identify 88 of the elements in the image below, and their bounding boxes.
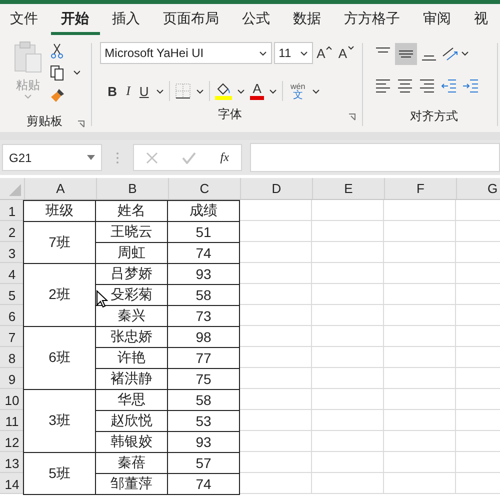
caret-icon[interactable] bbox=[156, 88, 164, 94]
row-header[interactable]: 12 bbox=[0, 431, 24, 452]
table-cell: 3班 bbox=[23, 389, 96, 453]
row-header[interactable]: 13 bbox=[0, 452, 24, 473]
font-size-box[interactable]: 11 bbox=[274, 42, 313, 64]
bold-button[interactable]: B bbox=[106, 84, 120, 98]
caret-down-icon bbox=[348, 46, 354, 50]
caret-icon[interactable] bbox=[236, 88, 245, 94]
column-header[interactable]: F bbox=[384, 178, 456, 199]
column-header[interactable]: C bbox=[168, 178, 240, 199]
mouse-cursor-icon bbox=[96, 290, 108, 308]
table-cell: 6班 bbox=[23, 326, 96, 390]
name-box[interactable]: G21 bbox=[2, 144, 102, 171]
dialog-launcher-icon[interactable] bbox=[348, 113, 356, 121]
underline-button[interactable]: U bbox=[137, 84, 151, 98]
caret-icon[interactable] bbox=[269, 88, 278, 94]
caret-up-icon bbox=[326, 46, 332, 50]
check-icon[interactable] bbox=[182, 152, 196, 164]
table-cell: 5班 bbox=[23, 452, 96, 495]
table-cell: 张忠娇 bbox=[95, 326, 168, 348]
grow-font-button[interactable]: A bbox=[314, 46, 334, 60]
table-cell: 2班 bbox=[23, 263, 96, 327]
row-header[interactable]: 11 bbox=[0, 410, 24, 431]
table-cell: 秦兴 bbox=[95, 305, 168, 327]
column-header[interactable]: A bbox=[24, 178, 96, 199]
table-cell: 秦蓓 bbox=[95, 452, 168, 474]
table-cell: 74 bbox=[167, 473, 240, 495]
font-name-box[interactable]: Microsoft YaHei UI bbox=[100, 42, 272, 64]
table-cell: 成绩 bbox=[167, 200, 240, 222]
table-cell: 98 bbox=[167, 326, 240, 348]
italic-button[interactable]: I bbox=[124, 83, 132, 99]
table-cell: 73 bbox=[167, 305, 240, 327]
row-header[interactable]: 6 bbox=[0, 305, 24, 326]
table-cell: 74 bbox=[167, 242, 240, 264]
row-header[interactable]: 14 bbox=[0, 473, 24, 494]
table-cell: 75 bbox=[167, 368, 240, 390]
column-header[interactable]: D bbox=[240, 178, 312, 199]
caret-icon[interactable] bbox=[312, 88, 320, 94]
shrink-font-button[interactable]: A bbox=[336, 46, 356, 60]
ribbon-tab[interactable]: 文件 bbox=[0, 4, 49, 35]
borders-icon[interactable] bbox=[174, 83, 191, 99]
table-cell: 93 bbox=[167, 263, 240, 285]
table-cell: 58 bbox=[167, 284, 240, 306]
fill-color-icon[interactable] bbox=[214, 82, 232, 100]
formula-input[interactable] bbox=[250, 143, 500, 172]
table-cell: 7班 bbox=[23, 221, 96, 264]
ribbon-tab[interactable]: 页面布局 bbox=[153, 4, 230, 35]
table-cell: 51 bbox=[167, 221, 240, 243]
group-label: 字体 bbox=[218, 106, 242, 122]
ribbon-tab[interactable]: 插入 bbox=[102, 4, 151, 35]
table-cell: 褚洪静 bbox=[95, 368, 168, 390]
phonetic-button[interactable]: wén 文 bbox=[288, 82, 308, 100]
group-label: 剪贴板 bbox=[26, 112, 62, 130]
ribbon-tab[interactable]: 视 bbox=[464, 4, 499, 35]
column-header[interactable]: G bbox=[456, 178, 500, 199]
insert-function-button[interactable]: fx bbox=[220, 150, 229, 165]
middle-align-icon[interactable] bbox=[394, 43, 417, 65]
row-header[interactable]: 5 bbox=[0, 284, 24, 305]
column-header[interactable]: E bbox=[312, 178, 384, 199]
row-header[interactable]: 3 bbox=[0, 242, 24, 263]
table-cell: 班级 bbox=[23, 200, 96, 222]
table-cell: 58 bbox=[167, 389, 240, 411]
table-cell: 77 bbox=[167, 347, 240, 369]
row-header[interactable]: 2 bbox=[0, 221, 24, 242]
row-header[interactable]: 10 bbox=[0, 389, 24, 410]
drag-handle-icon[interactable] bbox=[116, 152, 119, 164]
scissors-icon[interactable] bbox=[50, 43, 64, 59]
group-label: 对齐方式 bbox=[410, 108, 458, 124]
row-header[interactable]: 9 bbox=[0, 368, 24, 389]
table-cell: 93 bbox=[167, 431, 240, 453]
row-header[interactable]: 4 bbox=[0, 263, 24, 284]
table-cell: 邹董萍 bbox=[95, 473, 168, 495]
dialog-launcher-icon[interactable] bbox=[76, 120, 85, 128]
row-header[interactable]: 1 bbox=[0, 200, 24, 221]
table-cell: 姓名 bbox=[95, 200, 168, 222]
row-header[interactable]: 7 bbox=[0, 326, 24, 347]
row-header[interactable]: 8 bbox=[0, 347, 24, 368]
copy-icon[interactable] bbox=[50, 65, 80, 81]
format-painter-icon[interactable] bbox=[50, 87, 66, 103]
ribbon-tab[interactable]: 公式 bbox=[232, 4, 281, 35]
column-header[interactable]: B bbox=[96, 178, 168, 199]
table-cell: 57 bbox=[167, 452, 240, 474]
ribbon-tab[interactable]: 方方格子 bbox=[334, 4, 411, 35]
table-cell: 53 bbox=[167, 410, 240, 432]
ribbon-tab[interactable]: 审阅 bbox=[413, 4, 462, 35]
font-color-button[interactable]: A bbox=[250, 82, 264, 100]
ribbon-tab[interactable]: 数据 bbox=[283, 4, 332, 35]
caret-icon[interactable] bbox=[196, 88, 204, 94]
